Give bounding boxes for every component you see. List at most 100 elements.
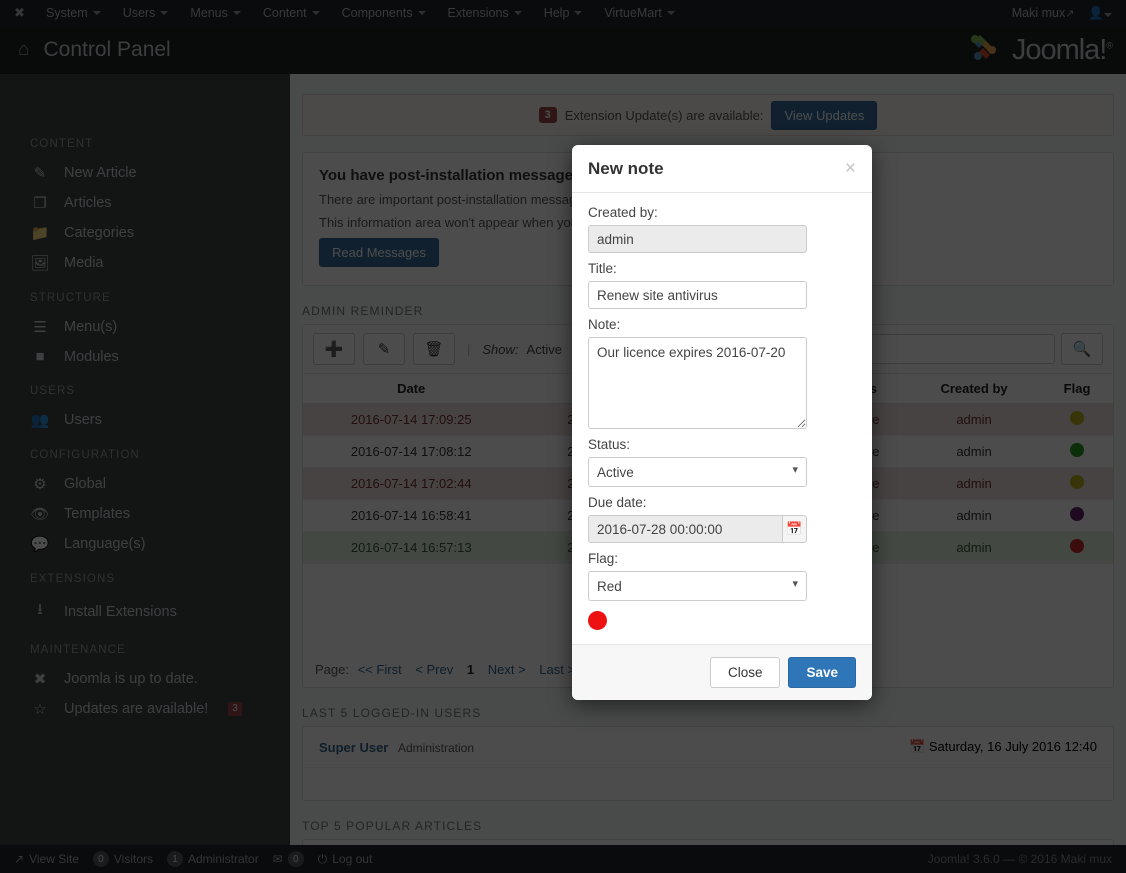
sidebar-item-languages[interactable]: 💬Language(s): [0, 529, 290, 559]
users-icon: 👥: [30, 411, 50, 429]
sidebar-item-media[interactable]: 🖼Media: [0, 248, 290, 278]
copyright-text: Joomla! 3.6.0 — © 2016 Maki mux: [928, 852, 1112, 866]
save-button[interactable]: Save: [788, 657, 856, 688]
read-messages-button[interactable]: Read Messages: [319, 238, 439, 267]
chevron-down-icon: [312, 11, 320, 15]
administrator-link[interactable]: 1Administrator: [167, 851, 259, 867]
external-link-icon: ↗: [1065, 8, 1074, 20]
created-by-label: Created by:: [588, 205, 856, 220]
sidebar-item-new-article[interactable]: ✎New Article: [0, 158, 290, 188]
chevron-down-icon: [418, 11, 426, 15]
user-info: Super User Administration: [319, 740, 474, 755]
user-icon: 👤: [1088, 6, 1104, 20]
sidebar-item-global[interactable]: ⚙Global: [0, 469, 290, 499]
topmenu-item-content[interactable]: Content: [263, 6, 320, 20]
chevron-down-icon: [1104, 13, 1112, 17]
pager-next[interactable]: Next >: [488, 662, 526, 677]
chevron-down-icon: [574, 11, 582, 15]
cell-date: 2016-07-14 16:57:13: [303, 532, 519, 564]
topmenu-item-help[interactable]: Help: [544, 6, 583, 20]
sidebar-item-install-extensions[interactable]: ⭳Install Extensions: [0, 593, 290, 630]
topmenu-item-virtuemart[interactable]: VirtueMart: [604, 6, 674, 20]
filter-active-label: Active: [527, 342, 562, 357]
col-created-by[interactable]: Created by: [907, 374, 1041, 404]
created-by-field[interactable]: [588, 225, 807, 253]
note-field[interactable]: Our licence expires 2016-07-20: [588, 337, 807, 429]
modal-title: New note: [588, 159, 664, 179]
sidebar: CONTENT ✎New Article ❐Articles 📁Categori…: [0, 74, 290, 873]
due-date-group: 📅: [588, 515, 807, 543]
sidebar-item-label: Users: [64, 412, 102, 428]
messages-count: 0: [288, 851, 304, 867]
cell-flag: [1041, 532, 1113, 564]
title-field[interactable]: [588, 281, 807, 309]
calendar-icon[interactable]: 📅: [782, 515, 807, 543]
topmenu-item-components[interactable]: Components: [342, 6, 426, 20]
flag-select[interactable]: Red: [588, 571, 807, 601]
visitors-link[interactable]: 0Visitors: [93, 851, 153, 867]
logged-in-title: LAST 5 LOGGED-IN USERS: [302, 706, 1114, 720]
user-menu-button[interactable]: 👤: [1088, 6, 1112, 21]
topmenu-item-extensions[interactable]: Extensions: [448, 6, 522, 20]
site-name-link[interactable]: Maki mux↗: [1012, 6, 1075, 20]
close-icon[interactable]: ×: [845, 159, 856, 178]
pager-first[interactable]: << First: [358, 662, 402, 677]
user-group: Administration: [398, 741, 474, 755]
pager-current: 1: [467, 662, 474, 677]
topmenu-item-system[interactable]: System: [46, 6, 101, 20]
cell-created-by: admin: [907, 436, 1041, 468]
sidebar-item-joomla-uptodate[interactable]: ✖Joomla is up to date.: [0, 664, 290, 694]
cube-icon: ■: [30, 348, 50, 365]
close-button[interactable]: Close: [710, 657, 781, 688]
sidebar-item-menus[interactable]: ☰Menu(s): [0, 312, 290, 342]
joomla-icon[interactable]: [14, 5, 30, 21]
modal-body: Created by: Title: Note: Our licence exp…: [572, 193, 872, 644]
sidebar-item-modules[interactable]: ■Modules: [0, 342, 290, 371]
edit-square-icon: ✎: [378, 340, 391, 358]
pager-label: Page:: [315, 662, 349, 677]
add-note-button[interactable]: ➕: [313, 333, 355, 365]
list-item[interactable]: Super User Administration 📅 Saturday, 16…: [303, 727, 1113, 768]
flag-select-wrap: Red: [588, 571, 807, 601]
sidebar-item-updates-available[interactable]: ☆Updates are available!3: [0, 694, 290, 724]
topmenu-item-menus[interactable]: Menus: [190, 6, 241, 20]
view-site-link[interactable]: ↗View Site: [14, 852, 79, 866]
flag-dot: [1070, 507, 1084, 521]
list-icon: ☰: [30, 318, 50, 336]
topmenu-label: Components: [342, 6, 413, 20]
pager-prev[interactable]: < Prev: [415, 662, 453, 677]
edit-note-button[interactable]: ✎: [363, 333, 405, 365]
logout-link[interactable]: ⏻Log out: [318, 852, 373, 867]
trash-icon: 🗑: [424, 340, 443, 358]
admin-topbar: System Users Menus Content Components Ex…: [0, 0, 1126, 26]
sidebar-item-templates[interactable]: 👁Templates: [0, 499, 290, 529]
sidebar-badge: 3: [228, 702, 242, 716]
search-button[interactable]: 🔍: [1061, 333, 1103, 365]
cell-flag: [1041, 500, 1113, 532]
cell-date: 2016-07-14 17:08:12: [303, 436, 519, 468]
sidebar-item-articles[interactable]: ❐Articles: [0, 188, 290, 218]
delete-note-button[interactable]: 🗑: [413, 333, 455, 365]
sidebar-item-users[interactable]: 👥 Users: [0, 405, 290, 435]
topmenu-label: System: [46, 6, 88, 20]
view-updates-button[interactable]: View Updates: [771, 101, 877, 130]
status-select[interactable]: Active: [588, 457, 807, 487]
sidebar-item-label: New Article: [64, 165, 137, 181]
col-flag[interactable]: Flag: [1041, 374, 1113, 404]
cell-flag: [1041, 468, 1113, 500]
top-menu: System Users Menus Content Components Ex…: [46, 6, 1012, 20]
chevron-down-icon: [233, 11, 241, 15]
col-date[interactable]: Date: [303, 374, 519, 404]
envelope-icon: ✉: [273, 852, 283, 866]
topmenu-label: Menus: [190, 6, 228, 20]
cell-date: 2016-07-14 17:02:44: [303, 468, 519, 500]
administrator-count: 1: [167, 851, 183, 867]
messages-link[interactable]: ✉0: [273, 851, 304, 867]
user-name[interactable]: Super User: [319, 740, 388, 755]
due-date-field[interactable]: [588, 515, 782, 543]
sidebar-item-label: Media: [64, 255, 104, 271]
topmenu-item-users[interactable]: Users: [123, 6, 169, 20]
sidebar-item-categories[interactable]: 📁Categories: [0, 218, 290, 248]
visitors-count: 0: [93, 851, 109, 867]
plus-circle-icon: ➕: [325, 340, 344, 358]
